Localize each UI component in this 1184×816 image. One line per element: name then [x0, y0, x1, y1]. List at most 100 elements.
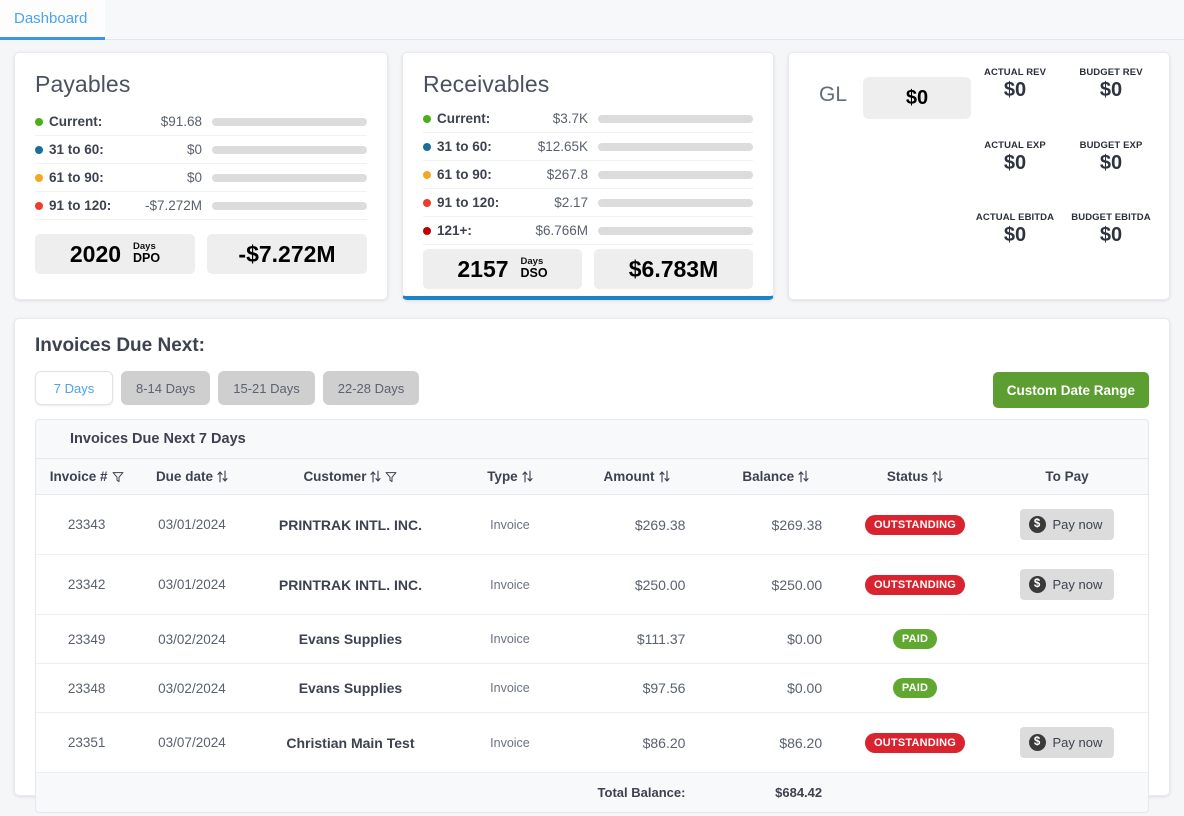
- gl-card[interactable]: GL $0 ACTUAL REV $0 BUDGET REV$0ACTUAL EXP…: [788, 52, 1170, 300]
- aging-row[interactable]: 91 to 120:-$7.272M: [35, 192, 367, 220]
- col-header-balance[interactable]: Balance: [707, 459, 844, 495]
- payables-card[interactable]: Payables Current:$91.6831 to 60:$061 to …: [14, 52, 388, 300]
- aging-bar-track: [212, 146, 367, 154]
- gl-metric-caption: ACTUAL EBITDA: [971, 212, 1059, 223]
- aging-row[interactable]: 31 to 60:$12.65K: [423, 133, 753, 161]
- total-balance-row: Total Balance: $684.42: [36, 773, 1148, 813]
- aging-bullet-icon: [35, 174, 43, 182]
- cell-customer: Evans Supplies: [247, 615, 455, 664]
- total-spacer: [36, 773, 566, 813]
- col-header-label: Due date: [156, 469, 213, 484]
- cell-customer: PRINTRAK INTL. INC.: [247, 495, 455, 555]
- invoices-table-head: Invoice # Due date Customer TypeAmountBalan…: [36, 459, 1148, 495]
- receivables-total-value: $6.783M: [629, 256, 719, 283]
- gl-metric-row: ACTUAL EXP$0BUDGET EXP$0: [971, 140, 1155, 213]
- col-header-invoice-[interactable]: Invoice #: [36, 459, 137, 495]
- payables-aging-list: Current:$91.6831 to 60:$061 to 90:$091 t…: [35, 108, 367, 220]
- cell-invoice-number: 23351: [36, 713, 137, 773]
- cell-customer: PRINTRAK INTL. INC.: [247, 555, 455, 615]
- pay-now-button[interactable]: $Pay now: [1020, 509, 1115, 540]
- cell-amount: $86.20: [566, 713, 708, 773]
- col-header-to-pay[interactable]: To Pay: [986, 459, 1148, 495]
- cell-to-pay: $Pay now: [986, 713, 1148, 773]
- range-chip-22-28-days[interactable]: 22-28 Days: [323, 371, 419, 405]
- table-row[interactable]: 2334303/01/2024PRINTRAK INTL. INC.Invoic…: [36, 495, 1148, 555]
- cell-balance: $269.38: [707, 495, 844, 555]
- col-header-label: Customer: [303, 469, 366, 484]
- table-header-row: Invoice # Due date Customer TypeAmountBalan…: [36, 459, 1148, 495]
- range-chip-8-14-days[interactable]: 8-14 Days: [121, 371, 210, 405]
- pay-now-button[interactable]: $Pay now: [1020, 569, 1115, 600]
- table-row[interactable]: 2335103/07/2024Christian Main TestInvoic…: [36, 713, 1148, 773]
- table-row[interactable]: 2334203/01/2024PRINTRAK INTL. INC.Invoic…: [36, 555, 1148, 615]
- custom-date-range-button[interactable]: Custom Date Range: [993, 372, 1149, 408]
- gl-metric-caption: BUDGET EBITDA: [1067, 212, 1155, 223]
- aging-value: $2.17: [554, 195, 598, 210]
- tab-dashboard-label: Dashboard: [14, 10, 87, 27]
- invoices-range-filter-bar: 7 Days8-14 Days15-21 Days 22-28 Days Cust…: [35, 371, 1149, 405]
- total-balance-value: $684.42: [707, 773, 844, 813]
- aging-bar-track: [212, 118, 367, 126]
- cell-amount: $111.37: [566, 615, 708, 664]
- aging-row[interactable]: 121+:$6.766M: [423, 217, 753, 245]
- aging-row[interactable]: 31 to 60:$0: [35, 136, 367, 164]
- aging-value: $12.65K: [538, 139, 598, 154]
- table-row[interactable]: 2334803/02/2024Evans SuppliesInvoice$97.…: [36, 664, 1148, 713]
- receivables-dso-caption: Days DSO: [521, 257, 548, 280]
- pay-now-button[interactable]: $Pay now: [1020, 727, 1115, 758]
- gl-metric-value: $0: [971, 224, 1059, 247]
- cell-status: OUTSTANDING: [844, 555, 986, 615]
- receivables-title: Receivables: [423, 71, 753, 98]
- aging-bullet-icon: [423, 171, 431, 179]
- col-header-status[interactable]: Status: [844, 459, 986, 495]
- status-badge: OUTSTANDING: [865, 515, 965, 535]
- gl-metric-value: $0: [1067, 224, 1155, 247]
- gl-metric-caption: ACTUAL REV: [971, 67, 1059, 78]
- payables-metrics: 2020 Days DPO -$7.272M: [35, 234, 367, 274]
- gl-left: GL $0: [805, 67, 971, 285]
- sort-icon[interactable]: [798, 470, 809, 483]
- filter-icon[interactable]: [112, 471, 124, 483]
- sort-icon[interactable]: [522, 470, 533, 483]
- cell-invoice-number: 23349: [36, 615, 137, 664]
- aging-row[interactable]: 61 to 90:$0: [35, 164, 367, 192]
- sort-icon[interactable]: [370, 470, 381, 483]
- aging-value: $3.7K: [553, 111, 598, 126]
- aging-row[interactable]: Current:$91.68: [35, 108, 367, 136]
- table-row[interactable]: 2334903/02/2024Evans SuppliesInvoice$111…: [36, 615, 1148, 664]
- tab-dashboard[interactable]: Dashboard: [0, 0, 105, 40]
- gl-metrics-grid: ACTUAL REV $0 BUDGET REV$0ACTUAL EXP$0BUDG…: [971, 67, 1155, 285]
- col-header-type[interactable]: Type: [454, 459, 565, 495]
- sort-icon[interactable]: [932, 470, 943, 483]
- aging-bar-track: [212, 174, 367, 182]
- range-chip-7-days[interactable]: 7 Days: [35, 371, 113, 405]
- sort-icon[interactable]: [217, 470, 228, 483]
- receivables-dso-caption-big: DSO: [521, 267, 548, 280]
- receivables-card[interactable]: Receivables Current:$3.7K31 to 60:$12.65…: [402, 52, 774, 300]
- col-header-label: Invoice #: [50, 469, 108, 484]
- aging-row[interactable]: 91 to 120:$2.17: [423, 189, 753, 217]
- filter-icon[interactable]: [385, 471, 397, 483]
- aging-value: $91.68: [161, 114, 212, 129]
- gl-metric-cell: BUDGET REV$0: [1067, 67, 1155, 140]
- col-header-amount[interactable]: Amount: [566, 459, 708, 495]
- cell-amount: $97.56: [566, 664, 708, 713]
- invoices-table-wrap: Invoices Due Next 7 Days Invoice # Due da…: [35, 419, 1149, 813]
- col-header-customer[interactable]: Customer: [247, 459, 455, 495]
- top-tab-bar: Dashboard: [0, 0, 1184, 40]
- cell-invoice-number: 23342: [36, 555, 137, 615]
- aging-label: 61 to 90:: [49, 170, 104, 185]
- aging-row[interactable]: 61 to 90:$267.8: [423, 161, 753, 189]
- range-chip-15-21-days[interactable]: 15-21 Days: [218, 371, 314, 405]
- cell-balance: $250.00: [707, 555, 844, 615]
- sort-icon[interactable]: [659, 470, 670, 483]
- receivables-dso-value: 2157: [457, 256, 508, 283]
- payables-dpo-caption: Days DPO: [133, 242, 160, 265]
- col-header-due-date[interactable]: Due date: [137, 459, 246, 495]
- aging-value: $267.8: [547, 167, 598, 182]
- cell-status: PAID: [844, 664, 986, 713]
- aging-row[interactable]: Current:$3.7K: [423, 105, 753, 133]
- status-badge: PAID: [893, 629, 937, 649]
- invoices-due-title: Invoices Due Next:: [35, 335, 1149, 357]
- invoices-table-caption: Invoices Due Next 7 Days: [36, 420, 1148, 459]
